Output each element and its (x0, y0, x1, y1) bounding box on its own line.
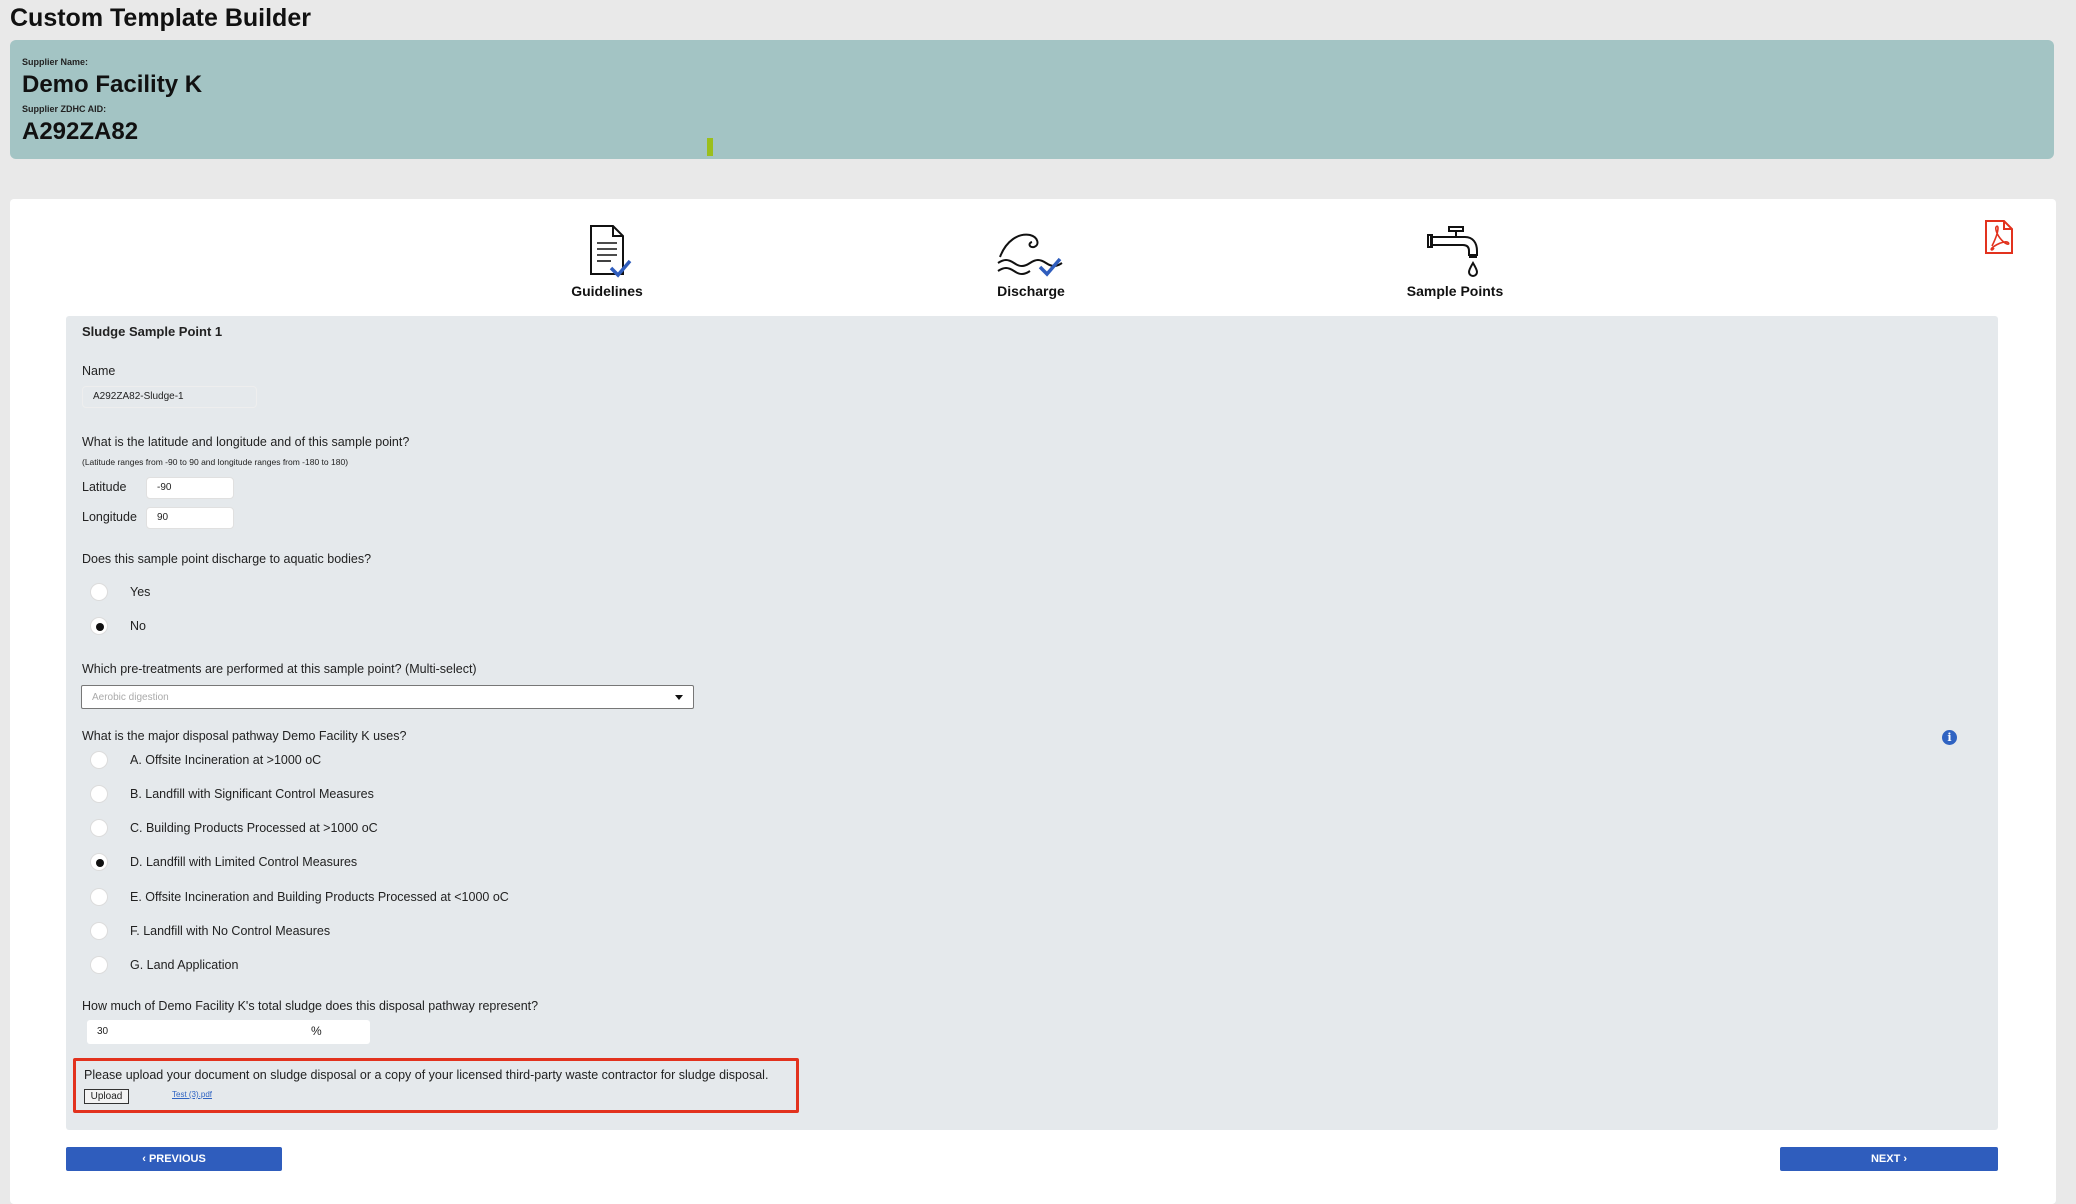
faucet-icon (1427, 226, 1479, 277)
disposal-question: What is the major disposal pathway Demo … (82, 729, 407, 743)
radio-label: G. Land Application (130, 958, 239, 972)
name-input[interactable]: A292ZA82-Sludge-1 (82, 386, 257, 408)
radio-button[interactable] (90, 819, 108, 837)
step-label-discharge: Discharge (997, 283, 1065, 299)
supplier-name-label: Supplier Name: (22, 57, 89, 67)
percent-unit: % (311, 1024, 322, 1038)
step-label-sample-points: Sample Points (1406, 283, 1504, 299)
radio-button[interactable] (90, 922, 108, 940)
supplier-banner: Supplier Name: Demo Facility K Supplier … (10, 40, 2054, 159)
radio-button[interactable] (90, 751, 108, 769)
radio-button[interactable] (90, 583, 108, 601)
upload-instructions: Please upload your document on sludge di… (84, 1068, 769, 1082)
radio-label: F. Landfill with No Control Measures (130, 924, 331, 938)
supplier-aid-label: Supplier ZDHC AID: (22, 104, 107, 114)
sludge-percentage-input[interactable]: 30 % (87, 1020, 370, 1044)
pretreat-question: Which pre-treatments are performed at th… (82, 662, 477, 676)
progress-marker (707, 138, 713, 156)
wave-check-icon (997, 233, 1063, 277)
radio-button[interactable] (90, 617, 108, 635)
latlon-hint: (Latitude ranges from -90 to 90 and long… (82, 457, 349, 467)
pretreatment-selected: Aerobic digestion (92, 692, 169, 703)
chevron-left-icon: ‹ (142, 1153, 146, 1165)
document-check-icon (590, 225, 632, 278)
latitude-input[interactable]: -90 (146, 477, 234, 499)
chevron-down-icon (675, 695, 683, 700)
latitude-label: Latitude (82, 480, 127, 494)
sample-point-form: Sludge Sample Point 1 Name A292ZA82-Slud… (66, 316, 1998, 1130)
pdf-export-icon[interactable] (1983, 219, 2015, 260)
step-sample-points[interactable]: Sample Points (1355, 223, 1555, 299)
radio-button[interactable] (90, 888, 108, 906)
chevron-right-icon: › (1903, 1153, 1908, 1165)
uploaded-file-link[interactable]: Test (3).pdf (172, 1090, 212, 1099)
info-icon[interactable]: i (1942, 730, 1957, 745)
radio-button[interactable] (90, 785, 108, 803)
radio-button[interactable] (90, 956, 108, 974)
page-title: Custom Template Builder (10, 4, 311, 32)
radio-button[interactable] (90, 853, 108, 871)
previous-button[interactable]: ‹ PREVIOUS (66, 1147, 282, 1171)
step-discharge[interactable]: Discharge (931, 223, 1131, 299)
supplier-aid: A292ZA82 (22, 118, 139, 145)
next-label: NEXT (1870, 1153, 1901, 1165)
radio-label: A. Offsite Incineration at >1000 oC (130, 753, 322, 767)
latlon-question: What is the latitude and longitude and o… (82, 435, 410, 449)
radio-label: No (130, 619, 146, 633)
section-title: Sludge Sample Point 1 (82, 324, 223, 339)
radio-label: D. Landfill with Limited Control Measure… (130, 855, 358, 869)
upload-section: Please upload your document on sludge di… (73, 1058, 799, 1113)
radio-label: C. Building Products Processed at >1000 … (130, 821, 378, 835)
sludge-percentage-value: 30 (97, 1026, 109, 1037)
next-button[interactable]: NEXT › (1780, 1147, 1998, 1171)
supplier-name: Demo Facility K (22, 71, 203, 98)
radio-label: E. Offsite Incineration and Building Pro… (130, 890, 509, 904)
upload-button[interactable]: Upload (84, 1089, 129, 1104)
previous-label: PREVIOUS (148, 1153, 206, 1165)
radio-label: Yes (130, 585, 151, 599)
name-label: Name (82, 364, 116, 378)
aquatic-question: Does this sample point discharge to aqua… (82, 552, 372, 566)
step-guidelines[interactable]: Guidelines (507, 223, 707, 299)
longitude-label: Longitude (82, 510, 137, 524)
sludge-share-question: How much of Demo Facility K's total slud… (82, 999, 539, 1013)
main-card: Guidelines Discharge Sample Points Sludg… (10, 199, 2056, 1204)
longitude-input[interactable]: 90 (146, 507, 234, 529)
pretreatment-select[interactable]: Aerobic digestion (81, 685, 694, 709)
radio-label: B. Landfill with Significant Control Mea… (130, 787, 374, 801)
step-label-guidelines: Guidelines (571, 283, 643, 299)
